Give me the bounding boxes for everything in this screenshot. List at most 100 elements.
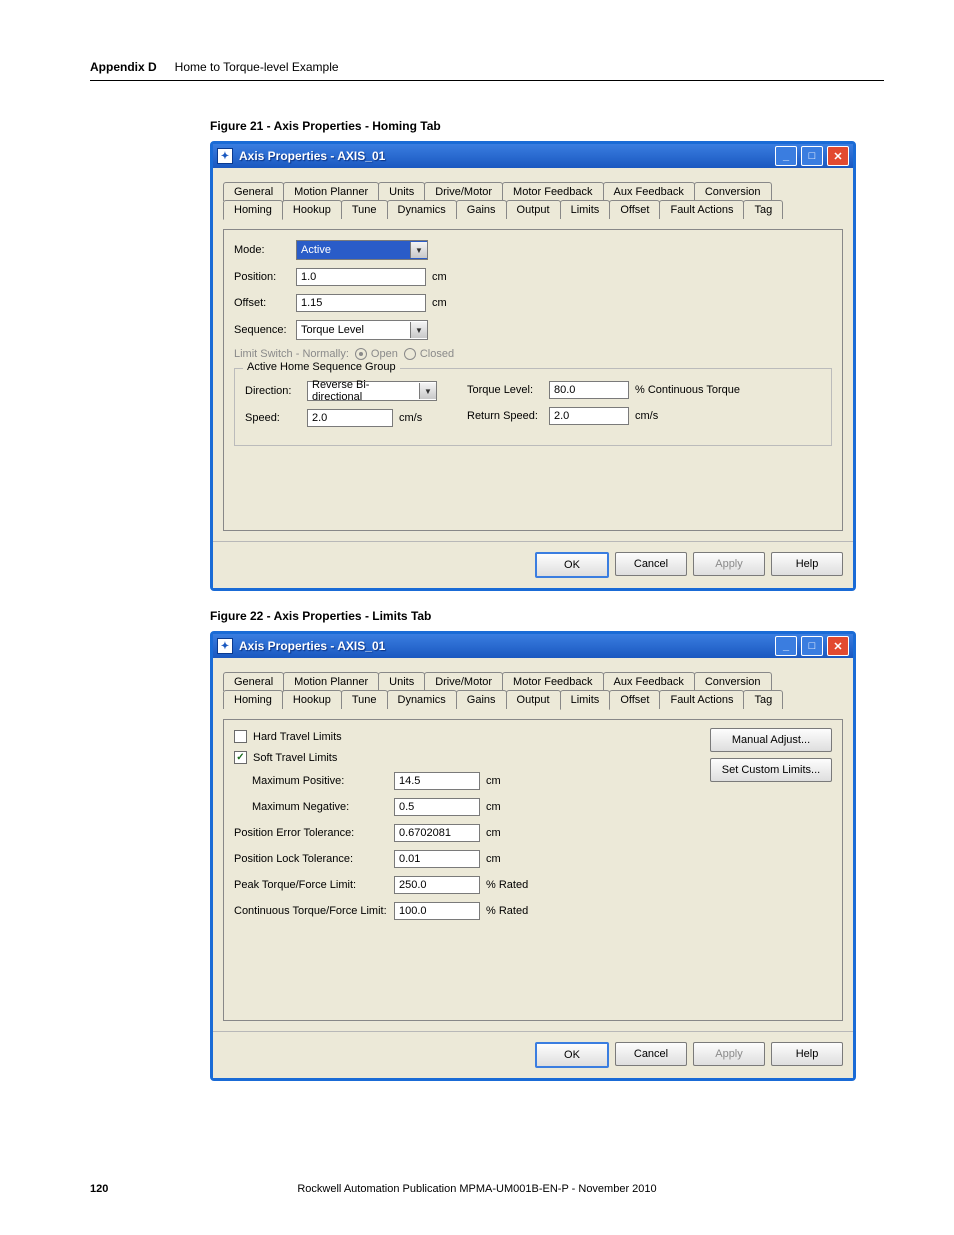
window-title: Axis Properties - AXIS_01 — [237, 149, 771, 163]
cancel-button[interactable]: Cancel — [615, 1042, 687, 1066]
field-input[interactable] — [394, 824, 480, 842]
dialog-buttons: OK Cancel Apply Help — [213, 541, 853, 588]
tab-units[interactable]: Units — [378, 182, 425, 201]
appendix-label: Appendix D — [90, 60, 157, 74]
field-label: Peak Torque/Force Limit: — [234, 879, 394, 891]
speed-input[interactable] — [307, 409, 393, 427]
field-label: Position Lock Tolerance: — [234, 853, 394, 865]
page-header: Appendix D Home to Torque-level Example — [90, 60, 884, 81]
dialog-homing: ✦ Axis Properties - AXIS_01 _ □ ✕ Genera… — [210, 141, 856, 591]
tab-fault-actions[interactable]: Fault Actions — [659, 200, 744, 219]
minimize-button[interactable]: _ — [775, 636, 797, 656]
chevron-down-icon[interactable]: ▼ — [419, 383, 436, 399]
tab-panel: Manual Adjust... Set Custom Limits... Ha… — [223, 719, 843, 1021]
tab-drive-motor[interactable]: Drive/Motor — [424, 672, 503, 691]
field-input[interactable] — [394, 902, 480, 920]
chevron-down-icon[interactable]: ▼ — [410, 242, 427, 258]
appendix-subtitle: Home to Torque-level Example — [175, 60, 339, 74]
position-label: Position: — [234, 271, 296, 283]
tab-offset[interactable]: Offset — [609, 690, 660, 709]
manual-adjust-button[interactable]: Manual Adjust... — [710, 728, 832, 752]
set-custom-limits-button[interactable]: Set Custom Limits... — [710, 758, 832, 782]
tab-motion-planner[interactable]: Motion Planner — [283, 672, 379, 691]
figure-caption: Figure 21 - Axis Properties - Homing Tab — [210, 119, 884, 133]
apply-button[interactable]: Apply — [693, 552, 765, 576]
apply-button[interactable]: Apply — [693, 1042, 765, 1066]
window-title: Axis Properties - AXIS_01 — [237, 639, 771, 653]
tab-output[interactable]: Output — [506, 690, 561, 709]
titlebar[interactable]: ✦ Axis Properties - AXIS_01 _ □ ✕ — [213, 634, 853, 658]
offset-input[interactable] — [296, 294, 426, 312]
tab-dynamics[interactable]: Dynamics — [387, 690, 457, 709]
torque-label: Torque Level: — [467, 384, 549, 396]
field-input[interactable] — [394, 772, 480, 790]
soft-limits-checkbox[interactable] — [234, 751, 247, 764]
tab-offset[interactable]: Offset — [609, 200, 660, 219]
tab-gains[interactable]: Gains — [456, 200, 507, 219]
tab-general[interactable]: General — [223, 182, 284, 201]
offset-label: Offset: — [234, 297, 296, 309]
return-speed-label: Return Speed: — [467, 410, 549, 422]
maximize-button[interactable]: □ — [801, 146, 823, 166]
field-input[interactable] — [394, 876, 480, 894]
maximize-button[interactable]: □ — [801, 636, 823, 656]
tab-tune[interactable]: Tune — [341, 690, 388, 709]
field-unit: % Rated — [486, 879, 528, 891]
direction-select[interactable]: Reverse Bi-directional ▼ — [307, 381, 437, 401]
tab-aux-feedback[interactable]: Aux Feedback — [603, 672, 695, 691]
minimize-button[interactable]: _ — [775, 146, 797, 166]
tab-limits[interactable]: Limits — [560, 690, 611, 710]
ok-button[interactable]: OK — [535, 1042, 609, 1068]
hard-limits-checkbox[interactable] — [234, 730, 247, 743]
position-input[interactable] — [296, 268, 426, 286]
radio-open — [355, 348, 367, 360]
close-button[interactable]: ✕ — [827, 636, 849, 656]
tabs: GeneralMotion PlannerUnitsDrive/MotorMot… — [223, 672, 843, 709]
tab-limits[interactable]: Limits — [560, 200, 611, 219]
sequence-select[interactable]: Torque Level ▼ — [296, 320, 428, 340]
tab-hookup[interactable]: Hookup — [282, 690, 342, 709]
help-button[interactable]: Help — [771, 1042, 843, 1066]
field-input[interactable] — [394, 798, 480, 816]
ok-button[interactable]: OK — [535, 552, 609, 578]
dialog-limits: ✦ Axis Properties - AXIS_01 _ □ ✕ Genera… — [210, 631, 856, 1081]
tab-dynamics[interactable]: Dynamics — [387, 200, 457, 219]
chevron-down-icon[interactable]: ▼ — [410, 322, 427, 338]
publication-line: Rockwell Automation Publication MPMA-UM0… — [0, 1183, 954, 1195]
torque-input[interactable] — [549, 381, 629, 399]
app-icon: ✦ — [217, 638, 233, 654]
help-button[interactable]: Help — [771, 552, 843, 576]
tab-homing[interactable]: Homing — [223, 690, 283, 709]
tab-motor-feedback[interactable]: Motor Feedback — [502, 182, 603, 201]
tab-motion-planner[interactable]: Motion Planner — [283, 182, 379, 201]
tab-conversion[interactable]: Conversion — [694, 182, 772, 201]
close-button[interactable]: ✕ — [827, 146, 849, 166]
tab-motor-feedback[interactable]: Motor Feedback — [502, 672, 603, 691]
tab-conversion[interactable]: Conversion — [694, 672, 772, 691]
tab-units[interactable]: Units — [378, 672, 425, 691]
cancel-button[interactable]: Cancel — [615, 552, 687, 576]
dialog-buttons: OK Cancel Apply Help — [213, 1031, 853, 1078]
tab-homing[interactable]: Homing — [223, 200, 283, 220]
tab-drive-motor[interactable]: Drive/Motor — [424, 182, 503, 201]
page-footer: 120 Rockwell Automation Publication MPMA… — [0, 1183, 954, 1195]
mode-select[interactable]: Active ▼ — [296, 240, 428, 260]
tab-gains[interactable]: Gains — [456, 690, 507, 709]
tab-output[interactable]: Output — [506, 200, 561, 219]
radio-closed — [404, 348, 416, 360]
field-unit: cm — [486, 853, 501, 865]
tab-tag[interactable]: Tag — [743, 200, 783, 219]
tab-fault-actions[interactable]: Fault Actions — [659, 690, 744, 709]
limit-switch-row: Limit Switch - Normally: Open Closed — [234, 348, 832, 360]
field-input[interactable] — [394, 850, 480, 868]
tab-aux-feedback[interactable]: Aux Feedback — [603, 182, 695, 201]
tab-tune[interactable]: Tune — [341, 200, 388, 219]
field-unit: cm — [486, 801, 501, 813]
tab-hookup[interactable]: Hookup — [282, 200, 342, 219]
tab-tag[interactable]: Tag — [743, 690, 783, 709]
return-speed-input[interactable] — [549, 407, 629, 425]
app-icon: ✦ — [217, 148, 233, 164]
titlebar[interactable]: ✦ Axis Properties - AXIS_01 _ □ ✕ — [213, 144, 853, 168]
mode-label: Mode: — [234, 244, 296, 256]
tab-general[interactable]: General — [223, 672, 284, 691]
